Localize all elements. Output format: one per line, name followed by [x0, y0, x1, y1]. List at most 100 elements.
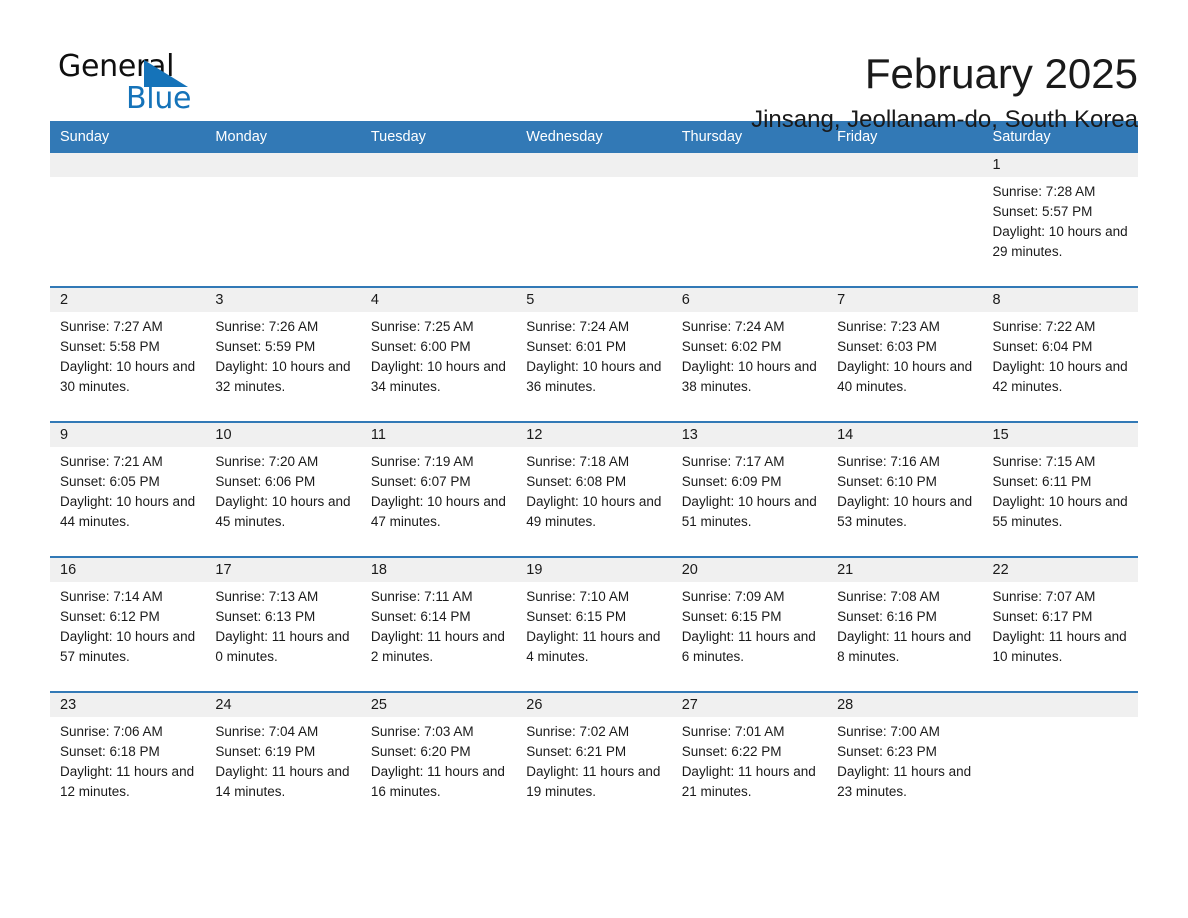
day-cell-inner: [671, 153, 828, 286]
day-details: Sunrise: 7:28 AM Sunset: 5:57 PM Daylight:…: [983, 177, 1138, 262]
logo-text-blue: Blue: [126, 81, 192, 116]
daylight-text: Daylight: 10 hours and 49 minutes.: [526, 494, 662, 529]
sunrise-text: Sunrise: 7:09 AM: [681, 589, 785, 604]
sunrise-text: Sunrise: 7:02 AM: [526, 724, 630, 739]
daylight-text: Daylight: 10 hours and 57 minutes.: [60, 629, 196, 664]
day-number: [50, 153, 206, 177]
calendar-day-cell[interactable]: 7 Sunrise: 7:23 AM Sunset: 6:03 PM Daylight…: [827, 286, 983, 422]
day-details: Sunrise: 7:10 AM Sunset: 6:15 PM Daylight:…: [516, 582, 671, 667]
title-block: February 2025 Jinsang, Jeollanam-do, Sou…: [200, 50, 1138, 133]
calendar-day-cell[interactable]: 27 Sunrise: 7:01 AM Sunset: 6:22 PM Dayligh…: [671, 691, 828, 826]
sunset-text: Sunset: 6:17 PM: [992, 609, 1093, 624]
daylight-text: Daylight: 11 hours and 2 minutes.: [370, 629, 505, 664]
day-number: 1: [982, 153, 1138, 177]
daylight-text: Daylight: 10 hours and 42 minutes.: [992, 359, 1128, 394]
sunrise-text: Sunrise: 7:03 AM: [370, 724, 474, 739]
day-details: Sunrise: 7:08 AM Sunset: 6:16 PM Daylight:…: [827, 582, 982, 667]
day-details: Sunrise: 7:13 AM Sunset: 6:13 PM Daylight:…: [205, 582, 360, 667]
day-number: 9: [50, 423, 206, 447]
calendar-day-cell[interactable]: 23 Sunrise: 7:06 AM Sunset: 6:18 PM Dayligh…: [50, 691, 206, 826]
sunrise-text: Sunrise: 7:22 AM: [992, 319, 1096, 334]
day-number: 3: [205, 288, 361, 312]
day-cell-inner: [205, 153, 361, 286]
day-cell-inner: 1 Sunrise: 7:28 AM Sunset: 5:57 PM Daylight…: [982, 153, 1138, 286]
sunset-text: Sunset: 6:10 PM: [837, 474, 937, 489]
sunset-text: Sunset: 6:07 PM: [370, 474, 471, 489]
calendar-day-cell[interactable]: 18 Sunrise: 7:11 AM Sunset: 6:14 PM Dayligh…: [360, 556, 517, 692]
day-cell-inner: 12 Sunrise: 7:18 AM Sunset: 6:08 PM Dayligh…: [516, 423, 672, 556]
day-details: Sunrise: 7:06 AM Sunset: 6:18 PM Daylight:…: [50, 717, 205, 802]
generalblue-logo[interactable]: General Blue: [50, 50, 200, 122]
day-details: Sunrise: 7:02 AM Sunset: 6:21 PM Daylight:…: [516, 717, 671, 802]
day-cell-inner: 25 Sunrise: 7:03 AM Sunset: 6:20 PM Dayligh…: [360, 693, 517, 826]
day-details: Sunrise: 7:03 AM Sunset: 6:20 PM Daylight:…: [361, 717, 516, 802]
sunrise-text: Sunrise: 7:26 AM: [215, 319, 319, 334]
calendar-day-cell[interactable]: 20 Sunrise: 7:09 AM Sunset: 6:15 PM Dayligh…: [671, 556, 828, 692]
calendar-day-cell[interactable]: 22 Sunrise: 7:07 AM Sunset: 6:17 PM Dayligh…: [982, 556, 1138, 692]
calendar-day-cell[interactable]: 3 Sunrise: 7:26 AM Sunset: 5:59 PM Daylight…: [205, 286, 361, 422]
sunset-text: Sunset: 6:06 PM: [215, 474, 316, 489]
day-details: Sunrise: 7:07 AM Sunset: 6:17 PM Daylight:…: [983, 582, 1138, 667]
calendar-day-cell[interactable]: 9 Sunrise: 7:21 AM Sunset: 6:05 PM Daylight…: [50, 421, 206, 557]
calendar-day-cell[interactable]: 25 Sunrise: 7:03 AM Sunset: 6:20 PM Dayligh…: [360, 691, 517, 826]
calendar-day-cell[interactable]: 17 Sunrise: 7:13 AM Sunset: 6:13 PM Dayligh…: [205, 556, 361, 692]
calendar-day-cell[interactable]: 2 Sunrise: 7:27 AM Sunset: 5:58 PM Daylight…: [50, 286, 206, 422]
calendar-day-cell[interactable]: 1 Sunrise: 7:28 AM Sunset: 5:57 PM Daylight…: [982, 153, 1138, 287]
daylight-text: Daylight: 10 hours and 40 minutes.: [837, 359, 973, 394]
daylight-text: Daylight: 10 hours and 51 minutes.: [681, 494, 817, 529]
daylight-text: Daylight: 11 hours and 19 minutes.: [526, 764, 661, 799]
day-cell-inner: [516, 153, 672, 286]
day-number: [360, 153, 517, 177]
calendar-day-cell[interactable]: 12 Sunrise: 7:18 AM Sunset: 6:08 PM Dayligh…: [516, 421, 672, 557]
daylight-text: Daylight: 11 hours and 0 minutes.: [215, 629, 350, 664]
calendar-day-cell[interactable]: 11 Sunrise: 7:19 AM Sunset: 6:07 PM Dayligh…: [360, 421, 517, 557]
calendar-day-cell[interactable]: 16 Sunrise: 7:14 AM Sunset: 6:12 PM Dayligh…: [50, 556, 206, 692]
sunset-text: Sunset: 6:20 PM: [370, 744, 471, 759]
calendar-day-cell[interactable]: 21 Sunrise: 7:08 AM Sunset: 6:16 PM Dayligh…: [827, 556, 983, 692]
day-number: 27: [671, 693, 828, 717]
daylight-text: Daylight: 10 hours and 44 minutes.: [60, 494, 196, 529]
calendar-day-cell[interactable]: 10 Sunrise: 7:20 AM Sunset: 6:06 PM Dayligh…: [205, 421, 361, 557]
daylight-text: Daylight: 11 hours and 10 minutes.: [992, 629, 1127, 664]
day-cell-inner: 10 Sunrise: 7:20 AM Sunset: 6:06 PM Dayligh…: [205, 423, 361, 556]
day-cell-inner: [50, 153, 206, 286]
calendar-day-cell[interactable]: 24 Sunrise: 7:04 AM Sunset: 6:19 PM Dayligh…: [205, 691, 361, 826]
calendar-day-cell[interactable]: 8 Sunrise: 7:22 AM Sunset: 6:04 PM Daylight…: [982, 286, 1138, 422]
sunset-text: Sunset: 6:04 PM: [992, 339, 1093, 354]
day-cell-inner: 3 Sunrise: 7:26 AM Sunset: 5:59 PM Daylight…: [205, 288, 361, 421]
day-number: 8: [982, 288, 1138, 312]
calendar-day-cell[interactable]: 4 Sunrise: 7:25 AM Sunset: 6:00 PM Daylight…: [360, 286, 517, 422]
calendar-day-cell[interactable]: 26 Sunrise: 7:02 AM Sunset: 6:21 PM Dayligh…: [516, 691, 672, 826]
day-number: 4: [360, 288, 517, 312]
daylight-text: Daylight: 10 hours and 36 minutes.: [526, 359, 662, 394]
calendar-day-cell: [205, 153, 361, 287]
day-number: 10: [205, 423, 361, 447]
day-number: [516, 153, 672, 177]
calendar-week-row: 9 Sunrise: 7:21 AM Sunset: 6:05 PM Daylight…: [50, 421, 1138, 557]
day-number: 26: [516, 693, 672, 717]
day-details: Sunrise: 7:26 AM Sunset: 5:59 PM Daylight:…: [205, 312, 360, 397]
day-details: Sunrise: 7:20 AM Sunset: 6:06 PM Daylight:…: [205, 447, 360, 532]
weekday-header-sunday: Sunday: [50, 121, 206, 153]
day-number: 6: [671, 288, 828, 312]
calendar-day-cell[interactable]: 14 Sunrise: 7:16 AM Sunset: 6:10 PM Dayligh…: [827, 421, 983, 557]
sunrise-text: Sunrise: 7:13 AM: [215, 589, 319, 604]
calendar-day-cell[interactable]: 19 Sunrise: 7:10 AM Sunset: 6:15 PM Dayligh…: [516, 556, 672, 692]
day-cell-inner: 23 Sunrise: 7:06 AM Sunset: 6:18 PM Dayligh…: [50, 693, 206, 826]
calendar-day-cell[interactable]: 15 Sunrise: 7:15 AM Sunset: 6:11 PM Dayligh…: [982, 421, 1138, 557]
day-details: Sunrise: 7:24 AM Sunset: 6:01 PM Daylight:…: [516, 312, 671, 397]
day-number: 17: [205, 558, 361, 582]
calendar-day-cell[interactable]: 5 Sunrise: 7:24 AM Sunset: 6:01 PM Daylight…: [516, 286, 672, 422]
calendar-day-cell[interactable]: 28 Sunrise: 7:00 AM Sunset: 6:23 PM Dayligh…: [827, 691, 983, 826]
calendar-day-cell[interactable]: 13 Sunrise: 7:17 AM Sunset: 6:09 PM Dayligh…: [671, 421, 828, 557]
day-cell-inner: 6 Sunrise: 7:24 AM Sunset: 6:02 PM Daylight…: [671, 288, 828, 421]
calendar-week-row: 23 Sunrise: 7:06 AM Sunset: 6:18 PM Dayligh…: [50, 691, 1138, 826]
sunset-text: Sunset: 6:13 PM: [215, 609, 316, 624]
day-details: Sunrise: 7:09 AM Sunset: 6:15 PM Daylight:…: [672, 582, 827, 667]
calendar-day-cell: [827, 153, 983, 287]
calendar-day-cell[interactable]: 6 Sunrise: 7:24 AM Sunset: 6:02 PM Daylight…: [671, 286, 828, 422]
sunrise-text: Sunrise: 7:20 AM: [215, 454, 319, 469]
calendar-week-row: 16 Sunrise: 7:14 AM Sunset: 6:12 PM Dayligh…: [50, 556, 1138, 692]
daylight-text: Daylight: 10 hours and 30 minutes.: [60, 359, 196, 394]
sunrise-text: Sunrise: 7:28 AM: [992, 184, 1096, 199]
